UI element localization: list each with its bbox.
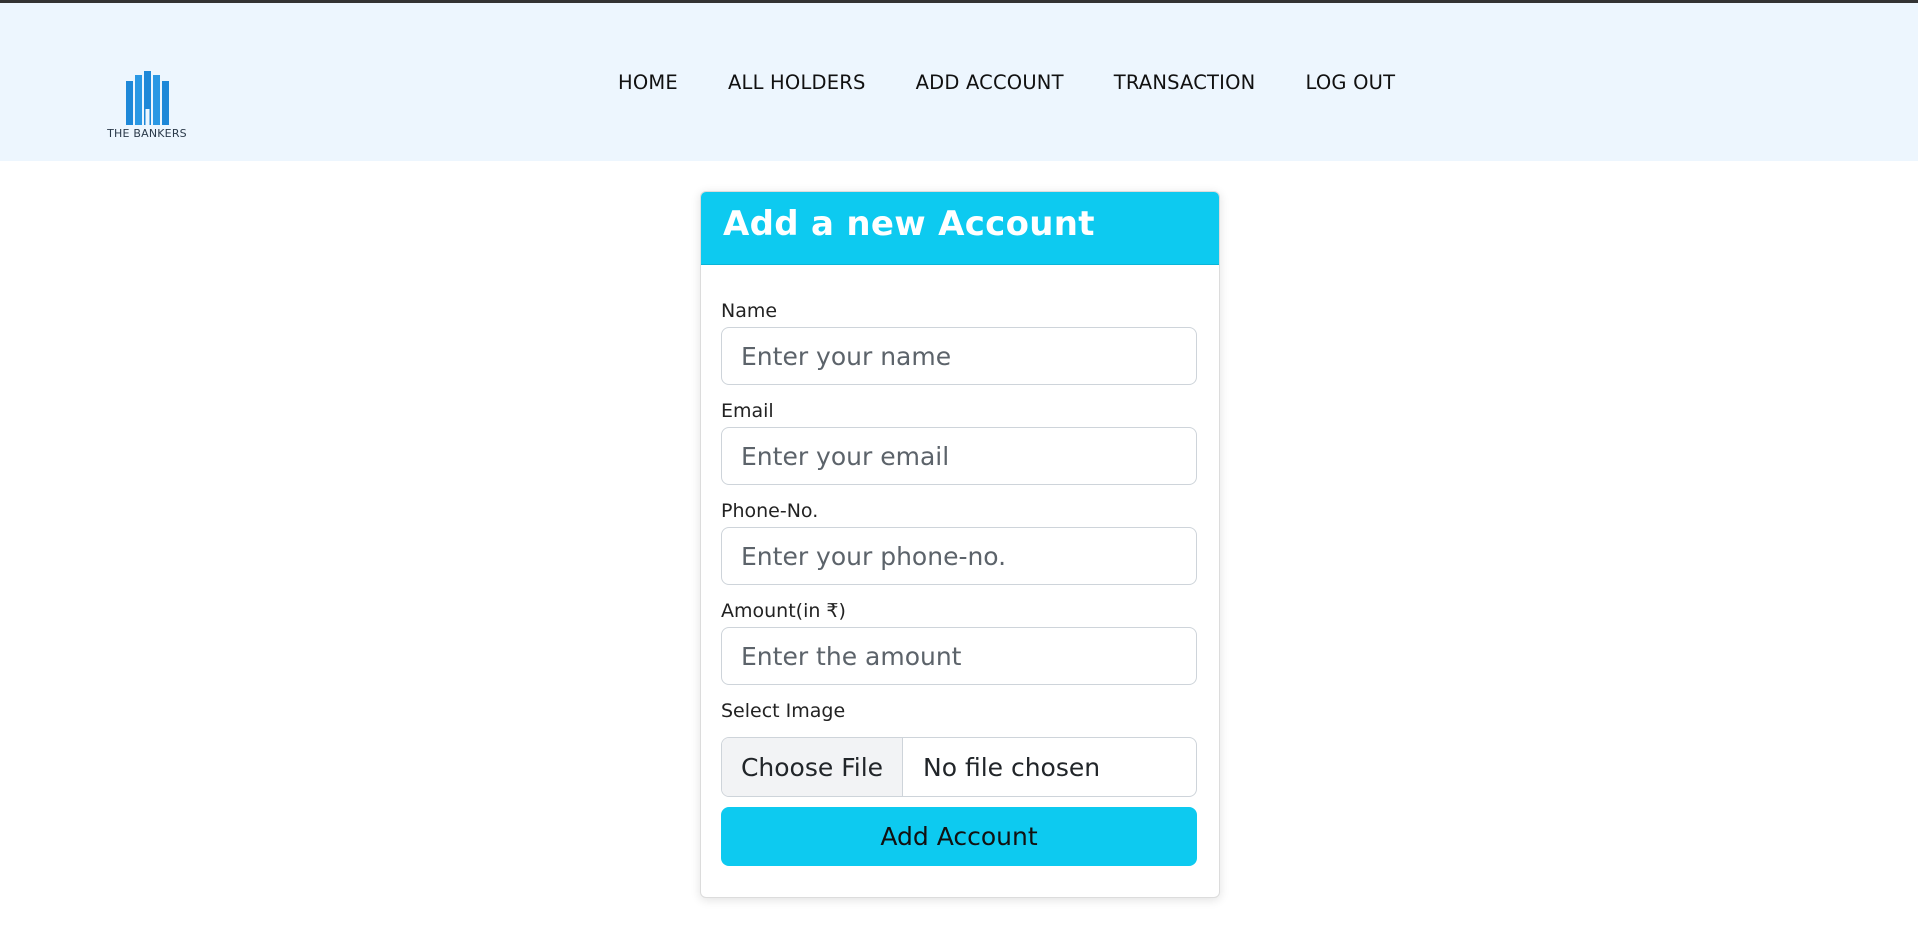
form-title: Add a new Account bbox=[723, 204, 1095, 244]
nav-transaction-link[interactable]: TRANSACTION bbox=[1114, 71, 1256, 94]
add-account-button[interactable]: Add Account bbox=[721, 807, 1197, 866]
nav-menu: HOME ALL HOLDERS ADD ACCOUNT TRANSACTION… bbox=[618, 71, 1445, 94]
name-input[interactable] bbox=[721, 327, 1197, 385]
amount-input[interactable] bbox=[721, 627, 1197, 685]
brand-name: THE BANKERS bbox=[107, 127, 187, 140]
image-file-input[interactable]: Choose File No file chosen bbox=[721, 737, 1197, 797]
add-account-card: Add a new Account Name Email Phone-No. A… bbox=[700, 191, 1220, 898]
card-header: Add a new Account bbox=[701, 192, 1219, 265]
email-input[interactable] bbox=[721, 427, 1197, 485]
nav-all-holders-link[interactable]: ALL HOLDERS bbox=[728, 71, 866, 94]
file-status-text: No file chosen bbox=[923, 752, 1101, 782]
phone-label: Phone-No. bbox=[721, 500, 819, 522]
email-label: Email bbox=[721, 400, 774, 422]
nav-add-account-link[interactable]: ADD ACCOUNT bbox=[916, 71, 1064, 94]
amount-label: Amount(in ₹) bbox=[721, 600, 846, 622]
phone-input[interactable] bbox=[721, 527, 1197, 585]
name-label: Name bbox=[721, 300, 778, 322]
choose-file-button[interactable]: Choose File bbox=[722, 738, 903, 796]
navbar: THE BANKERS HOME ALL HOLDERS ADD ACCOUNT… bbox=[0, 3, 1918, 161]
image-label: Select Image bbox=[721, 700, 846, 722]
nav-home-link[interactable]: HOME bbox=[618, 71, 678, 94]
nav-logout-link[interactable]: LOG OUT bbox=[1305, 71, 1395, 94]
